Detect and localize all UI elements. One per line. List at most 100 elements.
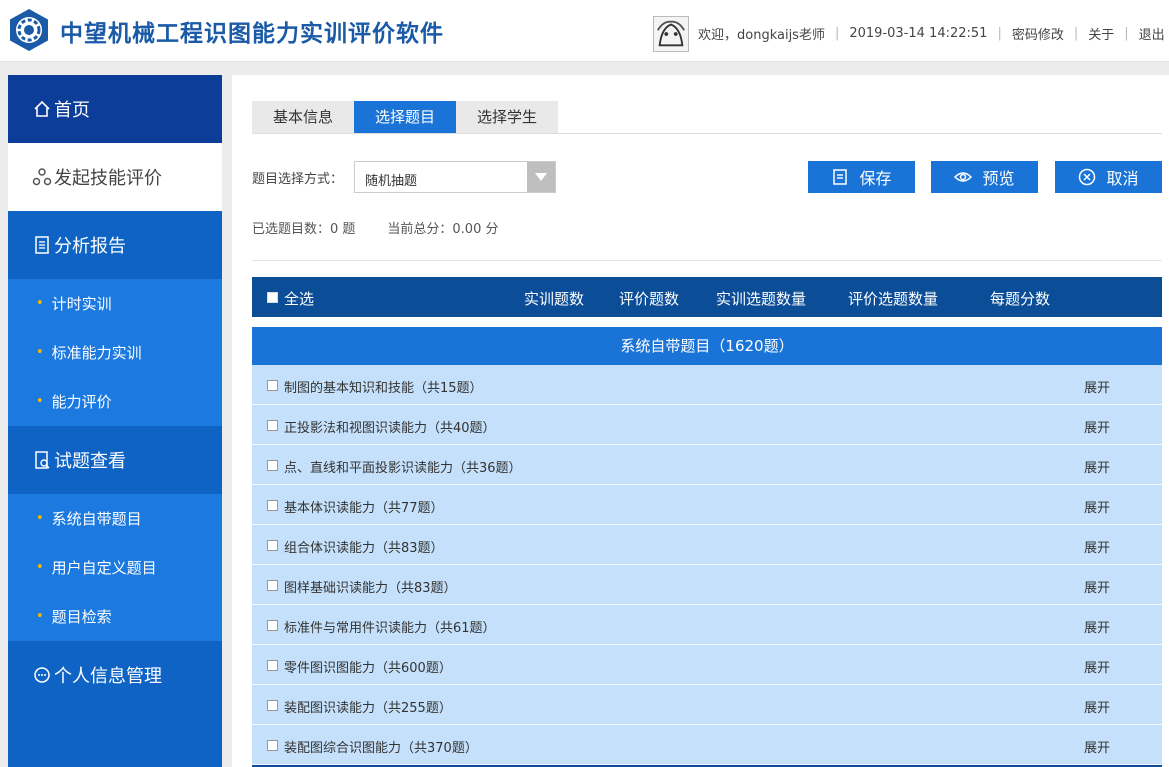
- app-header: 中望机械工程识图能力实训评价软件 欢迎，dongkaijs老师 | 2019-0…: [0, 0, 1169, 62]
- sidebar-subitem-standard-training[interactable]: • 标准能力实训: [8, 328, 222, 377]
- select-all-checkbox[interactable]: [267, 292, 278, 303]
- row-checkbox[interactable]: [267, 420, 278, 431]
- sidebar-item-home[interactable]: 首页: [8, 75, 222, 143]
- category-label: 图样基础识读能力（共83题）: [284, 581, 457, 596]
- sidebar-item-label: 首页: [54, 100, 90, 121]
- expand-link[interactable]: 展开: [1084, 417, 1110, 436]
- row-checkbox[interactable]: [267, 460, 278, 471]
- sidebar: 首页 发起技能评价 分析报告 • 计时实训 • 标准能力实训 • 能力评价 试题查看 …: [8, 75, 222, 767]
- expand-link[interactable]: 展开: [1084, 537, 1110, 556]
- tab-select-questions[interactable]: 选择题目: [354, 101, 457, 134]
- expand-link[interactable]: 展开: [1084, 457, 1110, 476]
- bullet-icon: •: [36, 345, 44, 360]
- expand-link[interactable]: 展开: [1084, 377, 1110, 396]
- divider: |: [997, 26, 1002, 41]
- expand-link[interactable]: 展开: [1084, 617, 1110, 636]
- divider: |: [1073, 26, 1079, 41]
- app-logo-icon: [10, 9, 48, 51]
- sidebar-subitem-question-search[interactable]: • 题目检索: [8, 592, 222, 641]
- sidebar-subitem-system-questions[interactable]: • 系统自带题目: [8, 494, 222, 543]
- sidebar-item-personal[interactable]: 个人信息管理: [8, 641, 222, 709]
- selection-stats: 已选题目数：0 题 当前总分：0.00 分: [252, 218, 498, 237]
- total-score-text: 当前总分：0.00 分: [387, 222, 499, 237]
- tab-divider: [252, 133, 1162, 134]
- dropdown-arrow-icon[interactable]: [527, 162, 555, 192]
- table-row: 基本体识读能力（共77题） 展开: [252, 485, 1162, 525]
- save-button[interactable]: 保存: [808, 161, 915, 193]
- category-label: 基本体识读能力（共77题）: [284, 501, 444, 516]
- bullet-icon: •: [36, 296, 44, 311]
- selected-count-text: 已选题目数：0 题: [252, 222, 356, 237]
- divider: |: [1124, 26, 1129, 41]
- bullet-icon: •: [36, 560, 44, 575]
- row-checkbox[interactable]: [267, 700, 278, 711]
- table-row: 图样基础识读能力（共83题） 展开: [252, 565, 1162, 605]
- user-toolbar: 欢迎，dongkaijs老师 | 2019-03-14 14:22:51 | 密…: [698, 24, 1165, 43]
- row-checkbox[interactable]: [267, 500, 278, 511]
- user-avatar[interactable]: [653, 16, 689, 52]
- about-link[interactable]: 关于: [1088, 24, 1114, 43]
- col-header-eval-selected: 评价选题数量: [848, 290, 939, 308]
- selection-mode-label: 题目选择方式：: [252, 172, 344, 187]
- sidebar-item-question-view[interactable]: 试题查看: [8, 426, 222, 494]
- selection-mode-select[interactable]: 随机抽题: [354, 161, 556, 193]
- question-group-header[interactable]: 系统自带题目（1620题）: [252, 327, 1162, 365]
- logout-link[interactable]: 退出: [1139, 24, 1165, 43]
- preview-button[interactable]: 预览: [931, 161, 1038, 193]
- col-header-training-selected: 实训选题数量: [716, 290, 807, 308]
- category-label: 正投影法和视图识读能力（共40题）: [284, 421, 496, 436]
- row-checkbox[interactable]: [267, 380, 278, 391]
- sidebar-subitem-label: 能力评价: [51, 393, 112, 411]
- sidebar-subitem-custom-questions[interactable]: • 用户自定义题目: [8, 543, 222, 592]
- row-checkbox[interactable]: [267, 580, 278, 591]
- document-icon: [35, 236, 49, 254]
- sidebar-subitem-label: 系统自带题目: [51, 510, 142, 528]
- home-icon: [34, 100, 50, 117]
- row-checkbox[interactable]: [267, 740, 278, 751]
- sidebar-item-label: 试题查看: [54, 451, 126, 472]
- sidebar-subitem-ability-eval[interactable]: • 能力评价: [8, 377, 222, 426]
- divider: [252, 260, 1162, 261]
- col-header-score-per-question: 每题分数: [990, 290, 1051, 308]
- divider: |: [834, 26, 840, 41]
- cancel-button[interactable]: 取消: [1055, 161, 1162, 193]
- sidebar-item-report[interactable]: 分析报告: [8, 211, 222, 279]
- bullet-icon: •: [36, 609, 44, 624]
- row-checkbox[interactable]: [267, 660, 278, 671]
- selection-mode-value: 随机抽题: [365, 174, 418, 189]
- table-header: 全选 实训题数 评价题数 实训选题数量 评价选题数量 每题分数: [252, 277, 1162, 317]
- expand-link[interactable]: 展开: [1084, 657, 1110, 676]
- table-row: 装配图识读能力（共255题） 展开: [252, 685, 1162, 725]
- sidebar-item-launch-eval[interactable]: 发起技能评价: [8, 143, 222, 211]
- category-label: 装配图综合识图能力（共370题）: [284, 741, 478, 756]
- change-password-link[interactable]: 密码修改: [1012, 24, 1064, 43]
- category-label: 组合体识读能力（共83题）: [284, 541, 444, 556]
- sidebar-item-label: 发起技能评价: [54, 168, 162, 189]
- table-row: 零件图识图能力（共600题） 展开: [252, 645, 1162, 685]
- preview-button-label: 预览: [982, 169, 1015, 188]
- table-row: 制图的基本知识和技能（共15题） 展开: [252, 365, 1162, 405]
- table-row: 标准件与常用件识读能力（共61题） 展开: [252, 605, 1162, 645]
- save-button-label: 保存: [859, 169, 892, 188]
- main-panel: 基本信息 选择题目 选择学生 题目选择方式： 随机抽题 保存 预览 取消 已选题…: [232, 75, 1169, 767]
- expand-link[interactable]: 展开: [1084, 697, 1110, 716]
- expand-link[interactable]: 展开: [1084, 737, 1110, 756]
- sidebar-item-label: 个人信息管理: [54, 666, 162, 687]
- category-label: 点、直线和平面投影识读能力（共36题）: [284, 461, 522, 476]
- row-checkbox[interactable]: [267, 620, 278, 631]
- table-row: 组合体识读能力（共83题） 展开: [252, 525, 1162, 565]
- save-icon: [833, 169, 848, 185]
- sidebar-subitem-label: 计时实训: [51, 295, 112, 313]
- table-row: 点、直线和平面投影识读能力（共36题） 展开: [252, 445, 1162, 485]
- sidebar-subitem-timed-training[interactable]: • 计时实训: [8, 279, 222, 328]
- tab-basic-info[interactable]: 基本信息: [252, 101, 355, 134]
- share-nodes-icon: [32, 168, 52, 186]
- expand-link[interactable]: 展开: [1084, 497, 1110, 516]
- tab-select-students[interactable]: 选择学生: [456, 101, 559, 134]
- sidebar-subitem-label: 用户自定义题目: [51, 559, 157, 577]
- category-label: 装配图识读能力（共255题）: [284, 701, 452, 716]
- expand-link[interactable]: 展开: [1084, 577, 1110, 596]
- sidebar-subitem-label: 标准能力实训: [51, 344, 142, 362]
- sidebar-item-label: 分析报告: [54, 236, 126, 257]
- row-checkbox[interactable]: [267, 540, 278, 551]
